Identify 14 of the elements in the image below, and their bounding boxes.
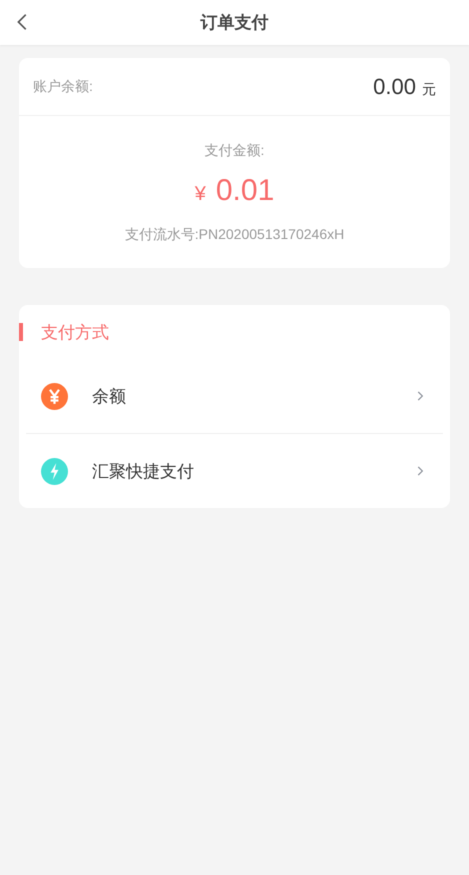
section-title: 支付方式 [41, 322, 109, 344]
amount-label: 支付金额: [204, 142, 264, 160]
payment-method-row[interactable]: 余额 [26, 359, 443, 433]
page-title: 订单支付 [200, 12, 268, 34]
payment-method-row[interactable]: 汇聚快捷支付 [26, 433, 443, 508]
method-label: 汇聚快捷支付 [92, 460, 195, 482]
balance-label: 账户余额: [33, 78, 93, 96]
balance-value: 0.00 [373, 74, 416, 100]
currency-symbol: ¥ [194, 183, 206, 206]
balance-unit: 元 [422, 80, 436, 98]
method-label: 余额 [92, 386, 127, 408]
accent-bar [19, 323, 23, 341]
payment-amount: 0.01 [216, 174, 274, 208]
serial-number: 支付流水号:PN20200513170246xH [124, 226, 344, 244]
